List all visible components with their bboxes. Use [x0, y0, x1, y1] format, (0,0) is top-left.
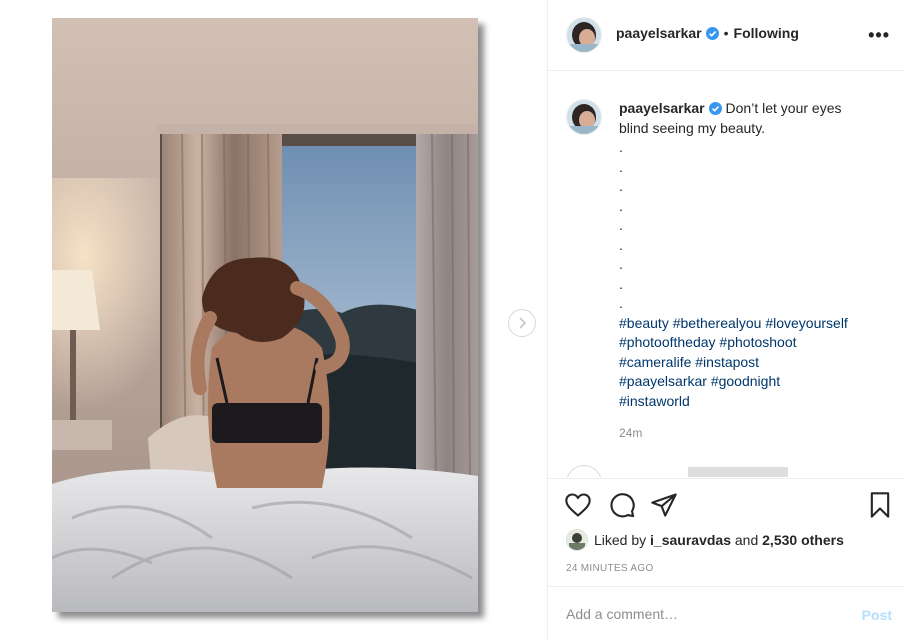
comment-input[interactable]: [564, 605, 828, 623]
liked-by-others[interactable]: 2,530 others: [762, 532, 844, 548]
following-button[interactable]: Following: [734, 25, 799, 41]
bookmark-icon[interactable]: [866, 491, 894, 519]
verified-badge-icon: [705, 26, 719, 40]
caption-dot: .: [619, 197, 623, 214]
caption-line-1: Don’t let your eyes: [725, 100, 842, 116]
verified-badge-icon: [708, 102, 722, 115]
liked-by-and: and: [734, 532, 759, 548]
paper-plane-icon[interactable]: [650, 491, 678, 519]
heart-icon[interactable]: [564, 491, 592, 519]
hashtag-line[interactable]: #paayelsarkar #goodnight: [619, 372, 889, 392]
hashtag-line[interactable]: #photooftheday #photoshoot: [619, 333, 889, 353]
post-timestamp[interactable]: 24 MINUTES AGO: [566, 563, 654, 574]
next-comment-preview: [688, 467, 788, 477]
liked-by-prefix: Liked by: [594, 532, 647, 548]
caption-scroll[interactable]: paayelsarkar Don’t let your eyes blind s…: [548, 71, 904, 477]
next-comment-avatar: [566, 465, 602, 477]
post-comment-button[interactable]: Post: [862, 607, 892, 623]
caption-dots: . . . . . . . . .: [619, 138, 889, 314]
liked-by-user[interactable]: i_sauravdas: [650, 532, 731, 548]
caption-text: paayelsarkar Don’t let your eyes blind s…: [619, 99, 889, 411]
hashtag-line[interactable]: #cameralife #instapost: [619, 353, 889, 373]
caption-dot: .: [619, 275, 623, 292]
post-header: paayelsarkar • Following •••: [548, 0, 904, 71]
comment-icon[interactable]: [608, 491, 636, 519]
caption-first-line: paayelsarkar Don’t let your eyes: [619, 99, 889, 119]
caption-dot: .: [619, 217, 623, 233]
next-photo-button[interactable]: [508, 309, 536, 337]
photo-illustration: [52, 18, 478, 612]
caption-age: 24m: [619, 426, 643, 440]
post-sidebar: paayelsarkar • Following ••• paayelsarka…: [548, 0, 904, 640]
likes-summary: Liked by i_sauravdas and 2,530 others: [566, 529, 844, 551]
avatar-image: [567, 530, 587, 550]
chevron-right-icon: [519, 317, 527, 329]
caption-avatar[interactable]: [566, 99, 602, 135]
liker-avatar[interactable]: [566, 529, 588, 551]
caption-dot: .: [619, 158, 623, 175]
hashtag-line[interactable]: #beauty #betherealyou #loveyourself: [619, 314, 889, 334]
author-avatar[interactable]: [566, 17, 602, 53]
caption-dot: .: [619, 256, 623, 272]
caption-dot: .: [619, 295, 623, 311]
post-photo[interactable]: [52, 18, 478, 612]
header-user-row: paayelsarkar • Following: [616, 25, 799, 41]
hashtags: #beauty #betherealyou #loveyourself #pho…: [619, 314, 889, 412]
author-username[interactable]: paayelsarkar: [616, 25, 702, 41]
avatar-image: [567, 18, 601, 52]
caption-dot: .: [619, 236, 623, 253]
hashtag-line[interactable]: #instaworld: [619, 392, 889, 412]
more-options-icon[interactable]: •••: [868, 25, 890, 46]
header-separator-dot: •: [723, 25, 729, 41]
action-bar: Liked by i_sauravdas and 2,530 others 24…: [548, 478, 904, 587]
media-panel: [0, 0, 547, 640]
caption-dot: .: [619, 139, 623, 155]
comment-bar: Post: [548, 586, 904, 641]
caption-username[interactable]: paayelsarkar: [619, 100, 705, 116]
caption-dot: .: [619, 178, 623, 194]
caption-line-2: blind seeing my beauty.: [619, 119, 766, 136]
avatar-image: [567, 100, 601, 134]
